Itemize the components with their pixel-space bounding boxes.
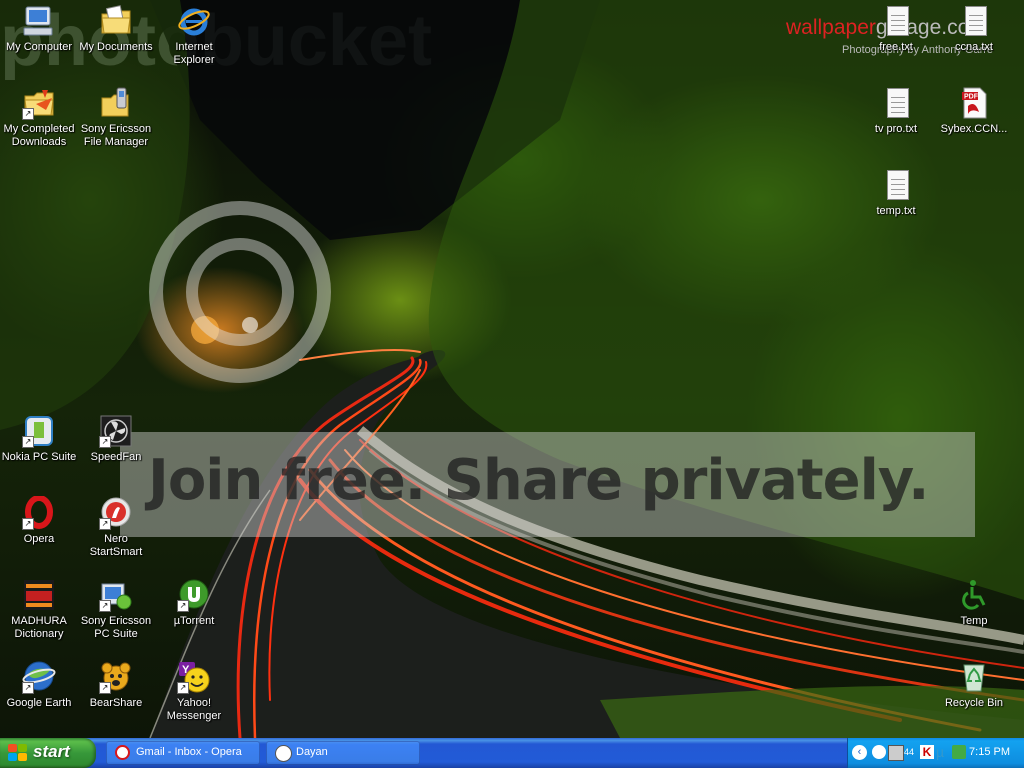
text-file-icon xyxy=(879,86,913,120)
icon-label: Opera xyxy=(23,533,55,545)
documents-folder-icon xyxy=(99,4,133,38)
nokia-pc-suite-icon: ↗ xyxy=(22,414,56,448)
desktop-icon-ccna-txt[interactable]: ccna.txt xyxy=(935,4,1013,54)
icon-label: Google Earth xyxy=(6,697,72,709)
icon-label: Internet Explorer xyxy=(173,41,215,66)
desktop-icon-recycle-bin[interactable]: Recycle Bin xyxy=(935,660,1013,710)
messenger-tray-icon[interactable] xyxy=(872,745,886,759)
icon-label: temp.txt xyxy=(876,205,916,217)
icon-label: ccna.txt xyxy=(955,41,993,53)
tray-expand-button[interactable]: ‹ xyxy=(852,745,867,760)
taskbar-button-gmail-opera[interactable]: Gmail - Inbox - Opera xyxy=(106,741,260,765)
text-file-icon xyxy=(879,4,913,38)
network-tray-icon[interactable] xyxy=(888,745,904,761)
nero-icon: ↗ xyxy=(99,496,133,530)
icon-label: Nero StartSmart xyxy=(89,533,143,558)
desktop-icon-sybex-ccna-pdf[interactable]: PDF Sybex.CCN... xyxy=(935,86,1013,136)
taskbar-button-label: Gmail - Inbox - Opera xyxy=(136,746,242,758)
icon-label: Nokia PC Suite xyxy=(1,451,77,463)
desktop-icon-temp-txt[interactable]: temp.txt xyxy=(857,168,935,218)
yahoo-messenger-icon: Y ↗ xyxy=(177,660,211,694)
desktop-icon-nokia-pc-suite[interactable]: ↗ Nokia PC Suite xyxy=(0,414,78,464)
icon-label: My Completed Downloads xyxy=(3,123,75,148)
desktop-icon-my-documents[interactable]: My Documents xyxy=(77,4,155,54)
icon-label: SpeedFan xyxy=(90,451,142,463)
taskbar-button-dayan[interactable]: Dayan xyxy=(266,741,420,765)
desktop-icon-utorrent[interactable]: ↗ µTorrent xyxy=(155,578,233,628)
start-label: start xyxy=(33,742,70,761)
desktop-icon-my-completed-downloads[interactable]: ↗ My Completed Downloads xyxy=(0,86,78,149)
shortcut-arrow-icon: ↗ xyxy=(22,436,34,448)
desktop-icon-temp[interactable]: Temp xyxy=(935,578,1013,628)
bearshare-icon: ↗ xyxy=(99,660,133,694)
shortcut-arrow-icon: ↗ xyxy=(99,436,111,448)
icon-label: Sony Ericsson File Manager xyxy=(80,123,152,148)
desktop-icon-yahoo-messenger[interactable]: Y ↗ Yahoo! Messenger xyxy=(155,660,233,723)
utorrent-icon: ↗ xyxy=(177,578,211,612)
utorrent-tray-icon[interactable]: µ xyxy=(936,745,950,759)
shortcut-arrow-icon: ↗ xyxy=(99,600,111,612)
desktop-icon-tv-pro-txt[interactable]: tv pro.txt xyxy=(857,86,935,136)
text-file-icon xyxy=(879,168,913,202)
shortcut-arrow-icon: ↗ xyxy=(177,682,189,694)
chat-bubble-icon xyxy=(275,745,292,762)
svg-text:PDF: PDF xyxy=(964,94,979,101)
desktop-icon-my-computer[interactable]: My Computer xyxy=(0,4,78,54)
taskbar-button-label: Dayan xyxy=(296,746,328,758)
taskbar: start Gmail - Inbox - Opera Dayan ‹ 44 K… xyxy=(0,738,1024,768)
sync-tray-icon[interactable] xyxy=(952,745,966,759)
shortcut-arrow-icon: ↗ xyxy=(177,600,189,612)
google-earth-icon: ↗ xyxy=(22,660,56,694)
desktop-icon-nero-startsmart[interactable]: ↗ Nero StartSmart xyxy=(77,496,155,559)
my-computer-icon xyxy=(22,4,56,38)
recycle-bin-icon xyxy=(957,660,991,694)
desktop-icon-sony-ericsson-pc-suite[interactable]: ↗ Sony Ericsson PC Suite xyxy=(77,578,155,641)
antivirus-tray-icon[interactable]: K xyxy=(920,745,934,759)
desktop-icon-internet-explorer[interactable]: Internet Explorer xyxy=(155,4,233,67)
file-manager-folder-icon xyxy=(99,86,133,120)
desktop-icon-sony-ericsson-file-manager[interactable]: Sony Ericsson File Manager xyxy=(77,86,155,149)
internet-explorer-icon xyxy=(177,4,211,38)
shortcut-arrow-icon: ↗ xyxy=(22,682,34,694)
start-button[interactable]: start xyxy=(0,738,96,768)
opera-icon xyxy=(115,745,130,760)
desktop-icon-bearshare[interactable]: ↗ BearShare xyxy=(77,660,155,710)
desktop-icon-free-txt[interactable]: free.txt xyxy=(857,4,935,54)
icon-label: Sony Ericsson PC Suite xyxy=(80,615,152,640)
icon-label: Sybex.CCN... xyxy=(940,123,1008,135)
desktop-icon-google-earth[interactable]: ↗ Google Earth xyxy=(0,660,78,710)
desktop-icon-opera[interactable]: ↗ Opera xyxy=(0,495,78,546)
shortcut-arrow-icon: ↗ xyxy=(22,518,34,530)
text-file-icon xyxy=(957,4,991,38)
shortcut-arrow-icon: ↗ xyxy=(99,518,111,530)
icon-label: Yahoo! Messenger xyxy=(166,697,222,722)
windows-logo-icon xyxy=(8,744,28,762)
icon-label: MADHURA Dictionary xyxy=(11,615,67,640)
icon-label: My Documents xyxy=(79,41,153,53)
speedfan-icon: ↗ xyxy=(99,414,133,448)
watermark-slogan: Join free. Share privately. xyxy=(148,448,929,513)
icon-label: tv pro.txt xyxy=(874,123,918,135)
icon-label: µTorrent xyxy=(173,615,215,627)
desktop-icon-speedfan[interactable]: ↗ SpeedFan xyxy=(77,414,155,464)
downloads-folder-icon: ↗ xyxy=(22,86,56,120)
system-tray: ‹ 44 K µ 7:15 PM xyxy=(847,738,1024,768)
tray-clock[interactable]: 7:15 PM xyxy=(969,746,1010,758)
tray-counter[interactable]: 44 xyxy=(904,745,918,759)
icon-label: My Computer xyxy=(5,41,73,53)
pdf-file-icon: PDF xyxy=(957,86,991,120)
opera-icon: ↗ xyxy=(22,495,56,530)
icon-label: free.txt xyxy=(879,41,913,53)
icon-label: BearShare xyxy=(89,697,143,709)
madhura-dictionary-icon xyxy=(22,578,56,612)
shortcut-arrow-icon: ↗ xyxy=(22,108,34,120)
shortcut-arrow-icon: ↗ xyxy=(99,682,111,694)
icon-label: Temp xyxy=(960,615,988,627)
sony-ericsson-pc-suite-icon: ↗ xyxy=(99,578,133,612)
desktop-icon-madhura-dictionary[interactable]: MADHURA Dictionary xyxy=(0,578,78,641)
accessibility-icon xyxy=(957,578,991,612)
icon-label: Recycle Bin xyxy=(944,697,1004,709)
